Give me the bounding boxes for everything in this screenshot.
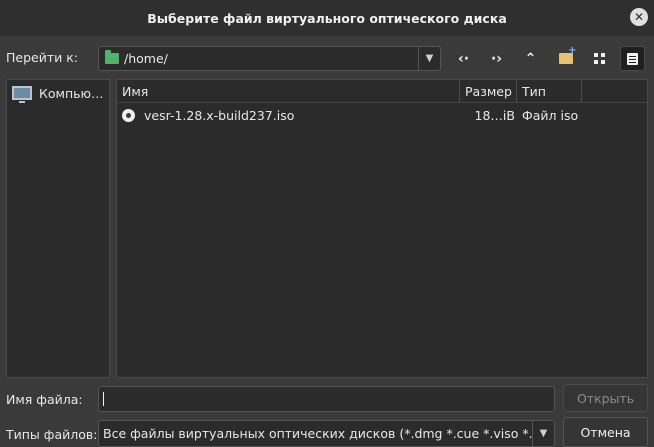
detail-view-icon [594, 53, 605, 64]
cancel-button[interactable]: Отмена [563, 417, 648, 447]
file-name-cell: vesr-1.28.x-build237.iso [117, 108, 460, 123]
filetype-select[interactable]: Все файлы виртуальных оптических дисков … [98, 420, 555, 447]
forward-arrow-icon: ·› [490, 50, 503, 67]
new-folder-icon [558, 45, 577, 64]
close-icon[interactable]: ✕ [630, 8, 648, 26]
filename-label: Имя файла: [6, 392, 83, 407]
list-view-icon [627, 52, 638, 65]
column-header-type[interactable]: Тип [517, 80, 582, 102]
folder-icon [105, 50, 119, 64]
path-combo[interactable]: /home/ ▼ [98, 46, 441, 71]
goto-label: Перейти к: [6, 50, 78, 65]
column-header-name[interactable]: Имя [117, 80, 460, 102]
dialog-title: Выберите файл виртуального оптического д… [147, 10, 507, 26]
column-header-size[interactable]: Размер [460, 80, 517, 102]
chevron-down-icon[interactable]: ▼ [532, 421, 554, 446]
parent-folder-button[interactable]: ⌃ [518, 46, 543, 71]
title-bar: Выберите файл виртуального оптического д… [0, 0, 654, 36]
computer-icon [12, 86, 32, 103]
disc-icon [122, 108, 135, 122]
sidebar-item-label: Компью… [39, 85, 104, 101]
chevron-down-icon[interactable]: ▼ [418, 47, 440, 70]
sidebar-item-computer[interactable]: Компью… [7, 80, 109, 106]
back-button[interactable]: ‹· [451, 46, 476, 71]
detail-view-button[interactable] [587, 46, 612, 71]
filename-field[interactable] [98, 386, 555, 412]
open-button[interactable]: Открыть [563, 384, 648, 412]
file-list-header: Имя Размер Тип [117, 80, 647, 103]
file-type: Файл iso [522, 107, 579, 123]
file-name: vesr-1.28.x-build237.iso [144, 107, 295, 123]
sidebar: Компью… [6, 79, 110, 378]
parent-folder-icon: ⌃ [524, 50, 537, 67]
filetype-value: Все файлы виртуальных оптических дисков … [103, 426, 532, 441]
new-folder-button[interactable] [553, 45, 578, 71]
forward-button[interactable]: ·› [484, 46, 509, 71]
filetype-label: Типы файлов: [6, 427, 98, 442]
back-arrow-icon: ‹· [457, 50, 470, 67]
list-view-button[interactable] [620, 46, 645, 71]
table-row[interactable]: vesr-1.28.x-build237.iso 18…iB Файл iso [117, 104, 647, 126]
file-list: Имя Размер Тип vesr-1.28.x-build237.iso … [116, 79, 648, 378]
text-caret [103, 392, 104, 406]
file-size: 18…iB [474, 107, 515, 123]
path-text: /home/ [124, 51, 168, 66]
